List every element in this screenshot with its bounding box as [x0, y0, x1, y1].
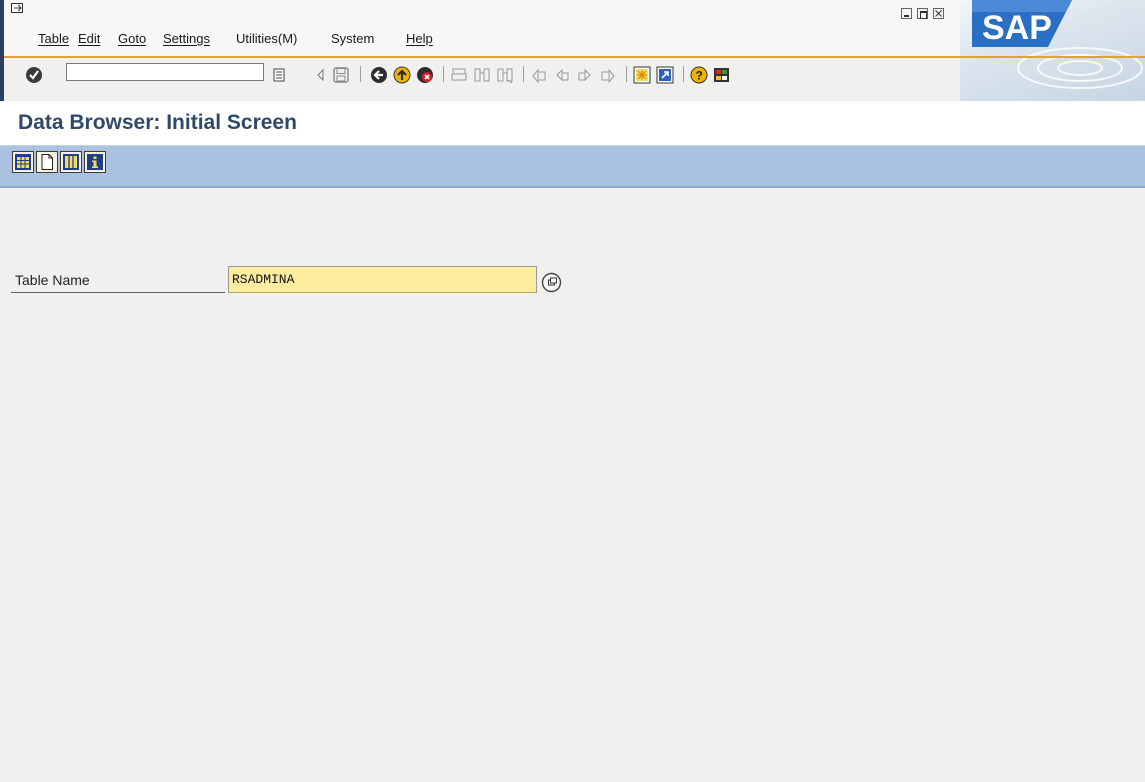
menu-help[interactable]: Help	[406, 31, 433, 46]
svg-text:?: ?	[696, 69, 703, 83]
minimize-icon	[904, 15, 909, 17]
application-toolbar-divider	[0, 186, 1145, 188]
exit-icon[interactable]	[393, 66, 411, 84]
info-button[interactable]	[84, 151, 106, 173]
command-history-icon[interactable]	[270, 66, 288, 84]
label-underline	[11, 292, 225, 293]
table-contents-button[interactable]	[12, 151, 34, 173]
find-next-icon[interactable]	[496, 66, 514, 84]
table-contents-icon	[15, 154, 31, 170]
create-document-icon	[41, 154, 53, 170]
save-icon[interactable]	[332, 66, 350, 84]
table-name-label: Table Name	[15, 272, 90, 288]
svg-text:SAP: SAP	[982, 9, 1052, 47]
toolbar-separator	[626, 66, 627, 82]
close-icon	[935, 10, 942, 17]
create-session-icon[interactable]	[633, 66, 651, 84]
first-page-icon[interactable]	[530, 66, 548, 84]
close-window-button[interactable]	[933, 8, 944, 19]
maximize-icon	[920, 11, 927, 19]
menu-edit[interactable]: Edit	[78, 31, 100, 46]
toolbar-separator	[683, 66, 684, 82]
sap-logo-area: SAP	[960, 0, 1145, 101]
sap-logo: SAP	[972, 0, 1143, 89]
find-icon[interactable]	[473, 66, 491, 84]
menu-system[interactable]: System	[331, 31, 374, 46]
page-title: Data Browser: Initial Screen	[18, 111, 297, 134]
next-page-icon[interactable]	[576, 66, 594, 84]
back-icon[interactable]	[370, 66, 388, 84]
application-toolbar	[0, 146, 1145, 186]
value-help-button[interactable]	[541, 272, 562, 293]
menu-goto[interactable]: Goto	[118, 31, 146, 46]
cancel-icon[interactable]	[416, 66, 434, 84]
create-entries-button[interactable]	[36, 151, 58, 173]
layout-menu-icon[interactable]	[713, 66, 731, 84]
system-menu-icon[interactable]	[11, 3, 25, 15]
number-of-entries-icon	[63, 154, 79, 170]
menu-utilities[interactable]: Utilities(M)	[236, 31, 297, 46]
minimize-button[interactable]	[901, 8, 912, 19]
back-triangle-icon[interactable]	[312, 66, 330, 84]
menu-settings[interactable]: Settings	[163, 31, 210, 46]
toolbar-separator	[523, 66, 524, 82]
toolbar-separator	[360, 66, 361, 82]
previous-page-icon[interactable]	[553, 66, 571, 84]
number-of-entries-button[interactable]	[60, 151, 82, 173]
print-icon[interactable]	[450, 66, 468, 84]
enter-icon[interactable]	[25, 66, 43, 84]
table-name-input[interactable]	[228, 266, 537, 293]
help-icon[interactable]: ?	[690, 66, 708, 84]
last-page-icon[interactable]	[599, 66, 617, 84]
info-icon	[87, 154, 103, 170]
maximize-button[interactable]	[917, 8, 928, 19]
menu-table[interactable]: Table	[38, 31, 69, 46]
command-field[interactable]	[66, 63, 264, 81]
toolbar-separator	[443, 66, 444, 82]
shortcut-icon[interactable]	[656, 66, 674, 84]
